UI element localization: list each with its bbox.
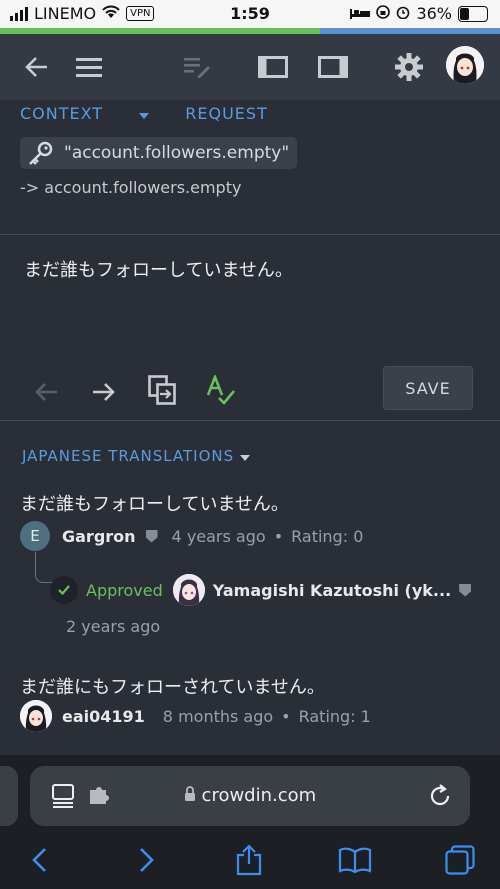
save-button[interactable]: SAVE [383,366,473,410]
author-name[interactable]: eai04191 [62,707,145,726]
source-tabs: CONTEXT REQUEST [20,104,298,123]
bookmarks-button[interactable] [338,840,372,880]
safari-forward-button[interactable] [134,840,160,880]
author-name[interactable]: Gargron [62,527,136,546]
timestamp: 4 years ago [171,526,266,546]
previous-string-button[interactable] [32,372,60,412]
spellcheck-button[interactable] [206,370,236,410]
tab-context[interactable]: CONTEXT [20,104,150,123]
edit-note-button[interactable] [180,48,214,86]
back-icon [25,57,47,77]
tab-request[interactable]: REQUEST [185,104,268,123]
divider [0,234,500,235]
approver-name[interactable]: Yamagishi Kazutoshi (yk... [213,581,451,600]
alarm-icon [396,4,410,23]
bed-icon [350,4,371,23]
battery-percent: 36% [416,4,452,23]
caret-down-icon [239,455,250,461]
bookmarks-icon [338,847,372,873]
menu-button[interactable] [72,48,106,86]
menu-icon [76,58,102,77]
battery-icon [458,5,488,22]
back-button[interactable] [20,48,54,86]
arrow-right-icon [93,383,115,401]
gear-icon [395,53,423,81]
safari-back-icon [32,848,46,872]
settings-button[interactable] [392,48,426,86]
tabs-button[interactable] [444,840,476,880]
next-string-button[interactable] [90,372,118,412]
address-bar[interactable]: crowdin.com [30,766,470,826]
status-bar: LINEMO VPN 1:59 36% [0,0,500,28]
approved-label: Approved [86,580,163,600]
lock-icon [184,786,195,801]
translations-section-title[interactable]: JAPANESE TRANSLATIONS [22,447,250,465]
approval-row: Approved Yamagishi Kazutoshi (yk... [50,574,485,606]
rotation-lock-icon [376,4,391,23]
arrow-left-icon [35,383,57,401]
separator-dot: • [281,706,291,726]
right-panel-icon [318,56,348,78]
suggestion-meta: eai04191 8 months ago • Rating: 1 [20,700,371,732]
string-key-chip[interactable]: "account.followers.empty" [20,137,298,169]
string-key: "account.followers.empty" [64,143,290,163]
safari-forward-icon [140,848,154,872]
shield-icon [145,529,158,543]
approval-timestamp: 2 years ago [66,617,161,636]
share-button[interactable] [234,840,264,880]
caret-down-icon [139,113,150,119]
edit-note-icon [184,58,210,78]
left-panel-icon [258,56,288,78]
avatar [20,700,52,732]
copy-source-button[interactable] [148,370,176,410]
tabs-icon [445,845,475,875]
avatar: E [20,521,50,551]
rating: Rating: 1 [298,706,371,726]
rating: Rating: 0 [291,526,364,546]
key-icon [29,141,53,165]
copy-source-icon [148,375,176,405]
separator-dot: • [273,526,284,546]
spellcheck-icon [206,375,235,405]
editor-toolbar [0,34,500,100]
translation-suggestion-text[interactable]: まだ誰もフォローしていません。 [20,490,289,516]
toggle-left-panel-button[interactable] [256,48,290,86]
user-avatar[interactable] [446,46,484,84]
url-text: crowdin.com [30,785,470,806]
safari-back-button[interactable] [26,840,52,880]
previous-tab-peek[interactable] [0,766,18,826]
shield-icon [459,583,472,597]
avatar [172,574,205,606]
timestamp: 8 months ago [162,706,274,726]
translation-editor-text[interactable]: まだ誰もフォローしていません。 [24,256,293,282]
toggle-right-panel-button[interactable] [316,48,350,86]
browser-toolbar [0,840,500,880]
key-path: -> account.followers.empty [20,178,242,197]
share-icon [236,844,262,876]
suggestion-meta: E Gargron 4 years ago • Rating: 0 [20,521,363,551]
divider [0,420,500,421]
approved-badge [50,576,78,604]
reload-icon[interactable] [428,784,452,812]
translation-suggestion-text[interactable]: まだ誰にもフォローされていません。 [20,673,325,699]
check-icon [58,585,70,595]
